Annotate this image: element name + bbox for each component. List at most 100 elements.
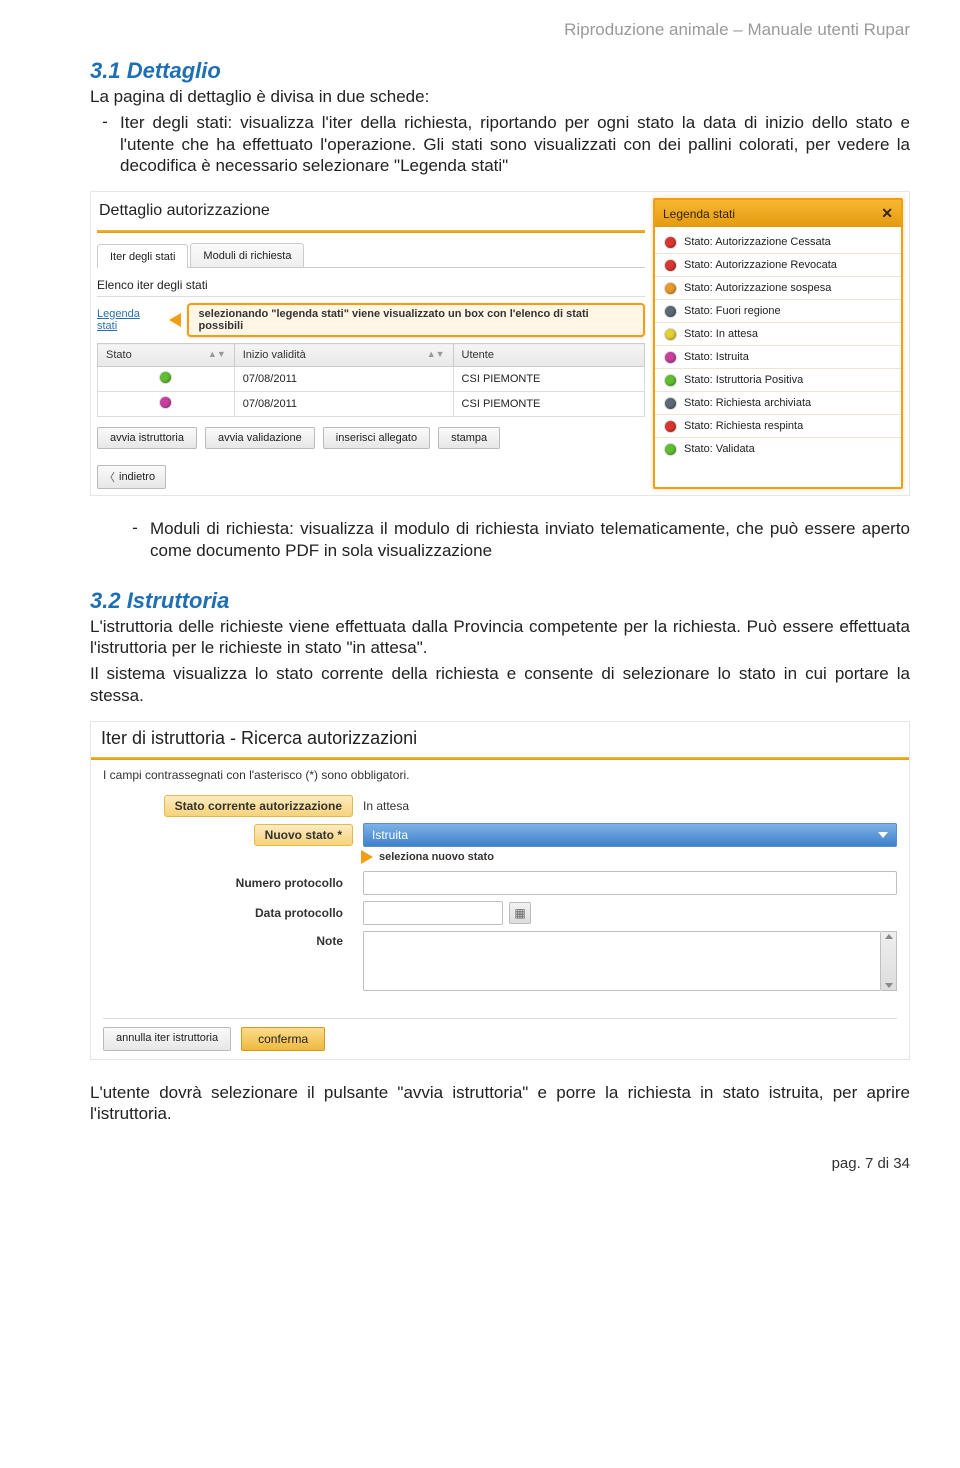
indietro-button[interactable]: 〈 indietro bbox=[97, 465, 166, 489]
label-numero-protocollo: Numero protocollo bbox=[226, 873, 353, 893]
col-stato[interactable]: Stato▲▼ bbox=[98, 344, 235, 367]
legenda-stati-panel: Legenda stati ✕ Stato: Autorizzazione Ce… bbox=[653, 198, 903, 489]
section-3-1-intro: La pagina di dettaglio è divisa in due s… bbox=[90, 86, 910, 108]
hint-row: seleziona nuovo stato bbox=[91, 850, 909, 868]
col-utente[interactable]: Utente bbox=[453, 344, 644, 367]
row-note: Note bbox=[91, 928, 909, 994]
legend-item: Stato: Richiesta archiviata bbox=[655, 392, 901, 415]
status-dot-icon bbox=[665, 306, 676, 317]
status-dot-icon bbox=[665, 352, 676, 363]
legend-list: Stato: Autorizzazione Cessata Stato: Aut… bbox=[655, 227, 901, 464]
legend-panel-title: Legenda stati bbox=[663, 207, 735, 221]
closing-paragraph: L'utente dovrà selezionare il pulsante "… bbox=[90, 1082, 910, 1126]
tab-iter-stati[interactable]: Iter degli stati bbox=[97, 244, 188, 268]
nuovo-stato-selected: Istruita bbox=[372, 828, 408, 842]
tab-moduli-richiesta[interactable]: Moduli di richiesta bbox=[190, 243, 304, 267]
indietro-label: indietro bbox=[119, 471, 155, 483]
label-note: Note bbox=[306, 931, 353, 951]
tab-bar: Iter degli stati Moduli di richiesta bbox=[97, 243, 645, 268]
bullet-iter-stati: - Iter degli stati: visualizza l'iter de… bbox=[90, 112, 910, 177]
legend-item: Stato: Istruttoria Positiva bbox=[655, 369, 901, 392]
elenco-label: Elenco iter degli stati bbox=[97, 278, 645, 297]
cell-date: 07/08/2011 bbox=[234, 392, 453, 417]
cell-user: CSI PIEMONTE bbox=[453, 392, 644, 417]
data-protocollo-input[interactable] bbox=[363, 901, 503, 925]
table-row: 07/08/2011 CSI PIEMONTE bbox=[98, 367, 645, 392]
note-textarea[interactable] bbox=[363, 931, 881, 991]
table-row: 07/08/2011 CSI PIEMONTE bbox=[98, 392, 645, 417]
stampa-button[interactable]: stampa bbox=[438, 427, 500, 449]
legend-item: Stato: In attesa bbox=[655, 323, 901, 346]
form-button-row: annulla iter istruttoria conferma bbox=[91, 1027, 909, 1053]
status-dot-icon bbox=[665, 237, 676, 248]
status-dot-icon bbox=[665, 260, 676, 271]
numero-protocollo-input[interactable] bbox=[363, 871, 897, 895]
form-title: Iter di istruttoria - Ricerca autorizzaz… bbox=[91, 722, 909, 757]
legend-item: Stato: Validata bbox=[655, 438, 901, 460]
row-nuovo-stato: Nuovo stato * Istruita bbox=[91, 820, 909, 850]
status-dot-icon bbox=[160, 372, 171, 383]
status-dot-icon bbox=[665, 421, 676, 432]
legenda-stati-link[interactable]: Legenda stati bbox=[97, 308, 163, 332]
sort-icon: ▲▼ bbox=[208, 349, 226, 359]
scrollbar[interactable] bbox=[881, 931, 897, 991]
status-dot-icon bbox=[160, 397, 171, 408]
status-dot-icon bbox=[665, 329, 676, 340]
row-stato-corrente: Stato corrente autorizzazione In attesa bbox=[91, 792, 909, 820]
section-3-1-heading: 3.1 Dettaglio bbox=[90, 58, 910, 84]
label-stato-corrente: Stato corrente autorizzazione bbox=[164, 795, 353, 817]
inserisci-allegato-button[interactable]: inserisci allegato bbox=[323, 427, 430, 449]
accent-bar bbox=[97, 230, 645, 233]
bullet-dash: - bbox=[90, 112, 120, 177]
chevron-down-icon bbox=[885, 983, 893, 988]
legend-item: Stato: Istruita bbox=[655, 346, 901, 369]
page-footer: pag. 7 di 34 bbox=[90, 1155, 910, 1172]
chevron-left-icon: 〈 bbox=[104, 469, 115, 485]
label-nuovo-stato: Nuovo stato * bbox=[254, 824, 353, 846]
iter-table: Stato▲▼ Inizio validità▲▼ Utente 07/08/2… bbox=[97, 343, 645, 417]
value-stato-corrente: In attesa bbox=[363, 799, 897, 813]
avvia-istruttoria-button[interactable]: avvia istruttoria bbox=[97, 427, 197, 449]
separator bbox=[103, 1018, 897, 1019]
arrow-right-icon bbox=[361, 850, 373, 864]
legend-item: Stato: Autorizzazione Cessata bbox=[655, 231, 901, 254]
section-3-2-p1: L'istruttoria delle richieste viene effe… bbox=[90, 616, 910, 660]
row-numero-protocollo: Numero protocollo bbox=[91, 868, 909, 898]
avvia-validazione-button[interactable]: avvia validazione bbox=[205, 427, 315, 449]
legend-item: Stato: Autorizzazione sospesa bbox=[655, 277, 901, 300]
legend-item: Stato: Fuori regione bbox=[655, 300, 901, 323]
legend-item: Stato: Richiesta respinta bbox=[655, 415, 901, 438]
calendar-icon[interactable]: ▦ bbox=[509, 902, 531, 924]
status-dot-icon bbox=[665, 375, 676, 386]
bullet-moduli-richiesta: - Moduli di richiesta: visualizza il mod… bbox=[120, 518, 910, 562]
cell-date: 07/08/2011 bbox=[234, 367, 453, 392]
bullet-dash: - bbox=[120, 518, 150, 562]
cell-user: CSI PIEMONTE bbox=[453, 367, 644, 392]
accent-bar bbox=[91, 757, 909, 760]
status-dot-icon bbox=[665, 283, 676, 294]
bullet-text: Moduli di richiesta: visualizza il modul… bbox=[150, 518, 910, 562]
label-data-protocollo: Data protocollo bbox=[245, 903, 353, 923]
screenshot-iter-istruttoria: Iter di istruttoria - Ricerca autorizzaz… bbox=[90, 721, 910, 1060]
col-inizio[interactable]: Inizio validità▲▼ bbox=[234, 344, 453, 367]
callout-legenda: selezionando "legenda stati" viene visua… bbox=[187, 303, 645, 337]
screenshot-dettaglio-autorizzazione: Dettaglio autorizzazione Iter degli stat… bbox=[90, 191, 910, 496]
nuovo-stato-select[interactable]: Istruita bbox=[363, 823, 897, 847]
hint-text: seleziona nuovo stato bbox=[379, 851, 494, 863]
status-dot-icon bbox=[665, 444, 676, 455]
sort-icon: ▲▼ bbox=[427, 349, 445, 359]
section-3-2-heading: 3.2 Istruttoria bbox=[90, 588, 910, 614]
chevron-down-icon bbox=[878, 832, 888, 838]
action-button-row: avvia istruttoria avvia validazione inse… bbox=[97, 427, 645, 449]
mandatory-note: I campi contrassegnati con l'asterisco (… bbox=[91, 766, 909, 792]
arrow-left-icon bbox=[169, 313, 181, 327]
panel-title: Dettaglio autorizzazione bbox=[97, 198, 645, 230]
section-3-2-p2: Il sistema visualizza lo stato corrente … bbox=[90, 663, 910, 707]
doc-header: Riproduzione animale – Manuale utenti Ru… bbox=[90, 20, 910, 40]
row-data-protocollo: Data protocollo ▦ bbox=[91, 898, 909, 928]
status-dot-icon bbox=[665, 398, 676, 409]
legend-item: Stato: Autorizzazione Revocata bbox=[655, 254, 901, 277]
close-icon[interactable]: ✕ bbox=[881, 205, 893, 222]
conferma-button[interactable]: conferma bbox=[241, 1027, 325, 1051]
annulla-button[interactable]: annulla iter istruttoria bbox=[103, 1027, 231, 1051]
